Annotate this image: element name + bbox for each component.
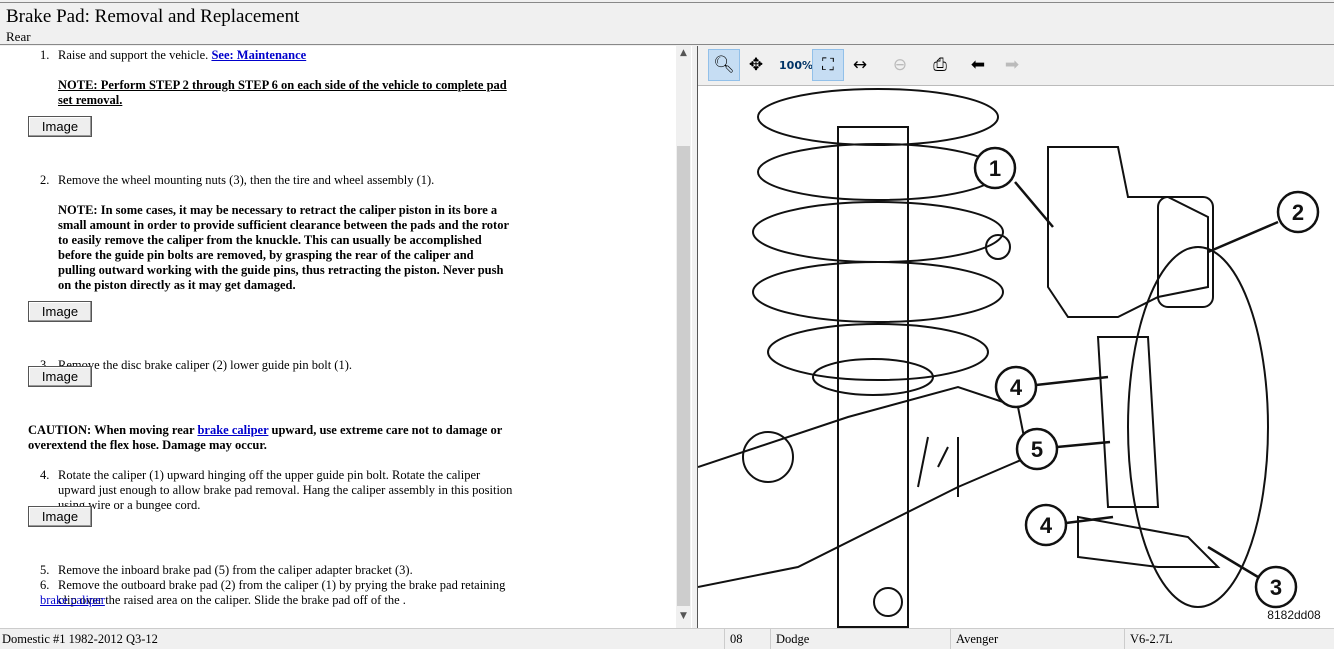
page-title: Brake Pad: Removal and Replacement: [6, 6, 300, 27]
zoom-out-icon[interactable]: ⊖: [884, 49, 916, 81]
step-4: 4. Rotate the caliper (1) upward hinging …: [40, 468, 513, 512]
callout-4-upper: 4: [1010, 375, 1023, 400]
caution-text: CAUTION: When moving rear brake caliper …: [28, 423, 503, 452]
procedure-pane: 1. Raise and support the vehicle. See: Ma…: [0, 46, 692, 628]
note-step-range: NOTE: Perform STEP 2 through STEP 6 on e…: [58, 78, 507, 107]
callout-3: 3: [1270, 575, 1282, 600]
step-6: 6. Remove the outboard brake pad (2) from…: [40, 578, 506, 608]
coil-spring: [752, 88, 1004, 628]
status-bar: Domestic #1 1982-2012 Q3-12 08 Dodge Ave…: [0, 628, 1334, 649]
image-button-2[interactable]: Image: [28, 301, 92, 322]
zoom-100-icon[interactable]: 100%: [779, 49, 813, 81]
print-icon[interactable]: ⎙: [924, 49, 956, 81]
zoom-in-icon[interactable]: 🔍︎: [708, 49, 740, 81]
image-button-1[interactable]: Image: [28, 116, 92, 137]
brake-diagram: 1 2 4 5 4 3 8182dd08: [698, 88, 1321, 628]
image-viewer: 🔍︎ ✥ 100% ⛶ ↔ ⊖ ⎙ ⬅ ➡ 1 2 4 5 4 3 8182dd…: [697, 46, 1334, 628]
callout-2: 2: [1292, 200, 1304, 225]
zoom-fit-icon[interactable]: ⛶: [812, 49, 844, 81]
callout-4-lower: 4: [1040, 513, 1053, 538]
step-1: 1. Raise and support the vehicle. See: Ma…: [40, 48, 307, 62]
brake-caliper-link-2[interactable]: brake caliper: [40, 593, 105, 608]
zoom-width-icon[interactable]: ↔: [844, 49, 876, 81]
see-maintenance-link[interactable]: See: Maintenance: [211, 48, 306, 62]
status-database: Domestic #1 1982-2012 Q3-12: [2, 632, 158, 646]
note-retract-piston: NOTE: In some cases, it may be necessary…: [58, 203, 509, 292]
image-button-3[interactable]: Image: [28, 366, 92, 387]
caliper-drawing: [698, 146, 1269, 617]
vertical-scrollbar[interactable]: ▲ ▼: [676, 46, 691, 628]
status-engine: V6-2.7L: [1130, 632, 1173, 646]
callout-5: 5: [1031, 437, 1043, 462]
status-year: 08: [730, 632, 743, 646]
status-make: Dodge: [776, 632, 810, 646]
scroll-thumb[interactable]: [677, 146, 690, 606]
figure-code: 8182dd08: [1267, 608, 1321, 622]
step-3: 3. Remove the disc brake caliper (2) lowe…: [40, 358, 353, 372]
image-toolbar: 🔍︎ ✥ 100% ⛶ ↔ ⊖ ⎙ ⬅ ➡: [698, 46, 1334, 86]
image-button-4[interactable]: Image: [28, 506, 92, 527]
step-5: 5. Remove the inboard brake pad (5) from …: [40, 563, 413, 577]
page-subtitle: Rear: [6, 29, 31, 44]
status-model: Avenger: [956, 632, 999, 646]
brake-caliper-link[interactable]: brake caliper: [197, 423, 268, 437]
previous-image-icon[interactable]: ⬅: [962, 49, 994, 81]
scroll-down-icon[interactable]: ▼: [676, 611, 691, 626]
next-image-icon[interactable]: ➡: [996, 49, 1028, 81]
callouts: [973, 146, 1320, 609]
scroll-up-icon[interactable]: ▲: [676, 48, 691, 63]
pan-icon[interactable]: ✥: [740, 49, 772, 81]
header: Brake Pad: Removal and Replacement Rear: [0, 2, 1334, 45]
callout-1: 1: [989, 156, 1001, 181]
step-2: 2. Remove the wheel mounting nuts (3), th…: [40, 173, 435, 187]
